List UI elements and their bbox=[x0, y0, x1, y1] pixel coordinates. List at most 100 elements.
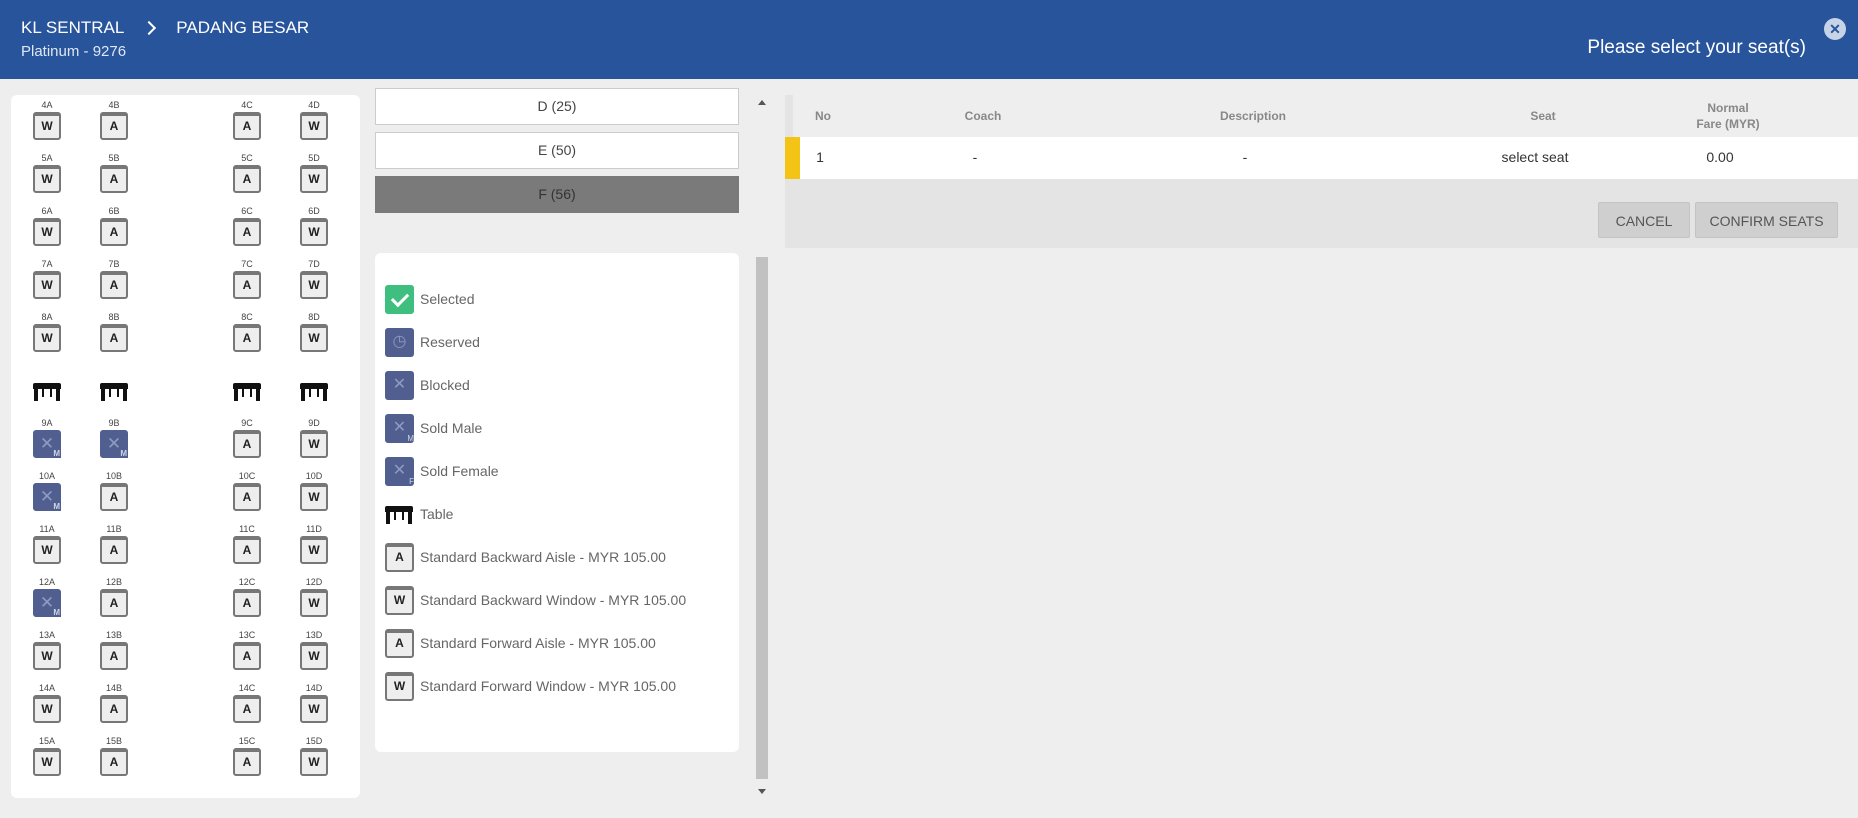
seat-8c[interactable]: 8C A bbox=[232, 312, 262, 352]
seat-icon[interactable]: A bbox=[100, 695, 128, 723]
seat-icon[interactable]: A bbox=[233, 748, 261, 776]
seat-icon[interactable]: W bbox=[300, 483, 328, 511]
seat-icon[interactable]: A bbox=[100, 112, 128, 140]
seat-6b[interactable]: 6B A bbox=[99, 206, 129, 246]
seat-7b[interactable]: 7B A bbox=[99, 259, 129, 299]
coach-button[interactable]: D (25) bbox=[375, 88, 739, 125]
seat-14d[interactable]: 14D W bbox=[299, 683, 329, 723]
seat-icon[interactable]: W bbox=[33, 165, 61, 193]
seat-5b[interactable]: 5B A bbox=[99, 153, 129, 193]
seat-icon[interactable]: A bbox=[233, 483, 261, 511]
seat-icon[interactable]: W bbox=[33, 271, 61, 299]
seat-6d[interactable]: 6D W bbox=[299, 206, 329, 246]
seat-icon[interactable]: A bbox=[100, 218, 128, 246]
seat-4b[interactable]: 4B A bbox=[99, 100, 129, 140]
seat-10c[interactable]: 10C A bbox=[232, 471, 262, 511]
sold-seat-icon[interactable]: ✕ M bbox=[100, 430, 128, 458]
seat-8a[interactable]: 8A W bbox=[32, 312, 62, 352]
seat-icon[interactable]: A bbox=[233, 324, 261, 352]
scroll-thumb[interactable] bbox=[756, 257, 768, 779]
seat-12d[interactable]: 12D W bbox=[299, 577, 329, 617]
seat-icon[interactable]: A bbox=[100, 748, 128, 776]
seat-8d[interactable]: 8D W bbox=[299, 312, 329, 352]
seat-9d[interactable]: 9D W bbox=[299, 418, 329, 458]
seat-icon[interactable]: W bbox=[33, 642, 61, 670]
coach-button[interactable]: F (56) bbox=[375, 176, 739, 213]
seat-11a[interactable]: 11A W bbox=[32, 524, 62, 564]
scrollbar[interactable] bbox=[756, 95, 768, 797]
sold-seat-icon[interactable]: ✕ M bbox=[33, 430, 61, 458]
seat-icon[interactable]: A bbox=[100, 642, 128, 670]
seat-9c[interactable]: 9C A bbox=[232, 418, 262, 458]
seat-4d[interactable]: 4D W bbox=[299, 100, 329, 140]
seat-icon[interactable]: W bbox=[33, 536, 61, 564]
seat-15a[interactable]: 15A W bbox=[32, 736, 62, 776]
seat-icon[interactable]: A bbox=[233, 430, 261, 458]
seat-13b[interactable]: 13B A bbox=[99, 630, 129, 670]
seat-15c[interactable]: 15C A bbox=[232, 736, 262, 776]
seat-6a[interactable]: 6A W bbox=[32, 206, 62, 246]
seat-11d[interactable]: 11D W bbox=[299, 524, 329, 564]
seat-6c[interactable]: 6C A bbox=[232, 206, 262, 246]
seat-icon[interactable]: A bbox=[100, 536, 128, 564]
seat-icon[interactable]: A bbox=[100, 271, 128, 299]
seat-14b[interactable]: 14B A bbox=[99, 683, 129, 723]
seat-4c[interactable]: 4C A bbox=[232, 100, 262, 140]
seat-12b[interactable]: 12B A bbox=[99, 577, 129, 617]
seat-icon[interactable]: W bbox=[33, 112, 61, 140]
seat-5c[interactable]: 5C A bbox=[232, 153, 262, 193]
seat-icon[interactable]: W bbox=[300, 218, 328, 246]
row-seat[interactable]: select seat bbox=[1480, 149, 1590, 165]
seat-icon[interactable]: A bbox=[233, 271, 261, 299]
seat-icon[interactable]: A bbox=[233, 112, 261, 140]
seat-icon[interactable]: A bbox=[233, 536, 261, 564]
seat-13d[interactable]: 13D W bbox=[299, 630, 329, 670]
seat-icon[interactable]: W bbox=[300, 695, 328, 723]
seat-icon[interactable]: W bbox=[33, 218, 61, 246]
seat-12a[interactable]: 12A ✕ M bbox=[32, 577, 62, 617]
seat-14c[interactable]: 14C A bbox=[232, 683, 262, 723]
seat-icon[interactable]: W bbox=[300, 748, 328, 776]
seat-icon[interactable]: W bbox=[300, 589, 328, 617]
seat-7a[interactable]: 7A W bbox=[32, 259, 62, 299]
confirm-seats-button[interactable]: CONFIRM SEATS bbox=[1695, 202, 1838, 238]
seat-14a[interactable]: 14A W bbox=[32, 683, 62, 723]
seat-4a[interactable]: 4A W bbox=[32, 100, 62, 140]
seat-10a[interactable]: 10A ✕ M bbox=[32, 471, 62, 511]
seat-icon[interactable]: W bbox=[300, 536, 328, 564]
seat-icon[interactable]: A bbox=[100, 589, 128, 617]
seat-icon[interactable]: W bbox=[300, 430, 328, 458]
seat-11c[interactable]: 11C A bbox=[232, 524, 262, 564]
seat-12c[interactable]: 12C A bbox=[232, 577, 262, 617]
seat-icon[interactable]: W bbox=[33, 695, 61, 723]
sold-seat-icon[interactable]: ✕ M bbox=[33, 483, 61, 511]
seat-icon[interactable]: A bbox=[233, 695, 261, 723]
seat-icon[interactable]: A bbox=[233, 218, 261, 246]
table-row[interactable]: 1 - - select seat 0.00 bbox=[785, 137, 1858, 179]
seat-icon[interactable]: W bbox=[300, 112, 328, 140]
cancel-button[interactable]: CANCEL bbox=[1598, 202, 1690, 238]
seat-icon[interactable]: A bbox=[100, 324, 128, 352]
sold-seat-icon[interactable]: ✕ M bbox=[33, 589, 61, 617]
seat-icon[interactable]: W bbox=[300, 324, 328, 352]
seat-icon[interactable]: W bbox=[300, 165, 328, 193]
seat-icon[interactable]: W bbox=[33, 324, 61, 352]
coach-button[interactable]: E (50) bbox=[375, 132, 739, 169]
seat-icon[interactable]: W bbox=[300, 642, 328, 670]
seat-icon[interactable]: A bbox=[100, 165, 128, 193]
seat-15d[interactable]: 15D W bbox=[299, 736, 329, 776]
seat-icon[interactable]: A bbox=[233, 165, 261, 193]
seat-icon[interactable]: A bbox=[233, 589, 261, 617]
seat-15b[interactable]: 15B A bbox=[99, 736, 129, 776]
seat-7c[interactable]: 7C A bbox=[232, 259, 262, 299]
seat-11b[interactable]: 11B A bbox=[99, 524, 129, 564]
seat-icon[interactable]: W bbox=[300, 271, 328, 299]
scroll-up-arrow-icon[interactable] bbox=[758, 100, 766, 105]
seat-7d[interactable]: 7D W bbox=[299, 259, 329, 299]
seat-5a[interactable]: 5A W bbox=[32, 153, 62, 193]
seat-8b[interactable]: 8B A bbox=[99, 312, 129, 352]
seat-icon[interactable]: A bbox=[100, 483, 128, 511]
seat-10d[interactable]: 10D W bbox=[299, 471, 329, 511]
seat-9a[interactable]: 9A ✕ M bbox=[32, 418, 62, 458]
seat-13a[interactable]: 13A W bbox=[32, 630, 62, 670]
